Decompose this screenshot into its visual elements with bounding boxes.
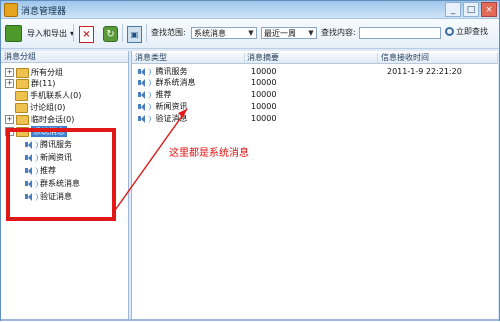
annotation-arrow [112, 108, 188, 214]
message-manager-window: 消息管理器 _ □ × 导入和导出 ▾ × ↻ ▣ 查找范围: 系统消息 ▼ 最… [0, 0, 500, 321]
annotation-label: 这里都是系统消息 [169, 148, 249, 159]
